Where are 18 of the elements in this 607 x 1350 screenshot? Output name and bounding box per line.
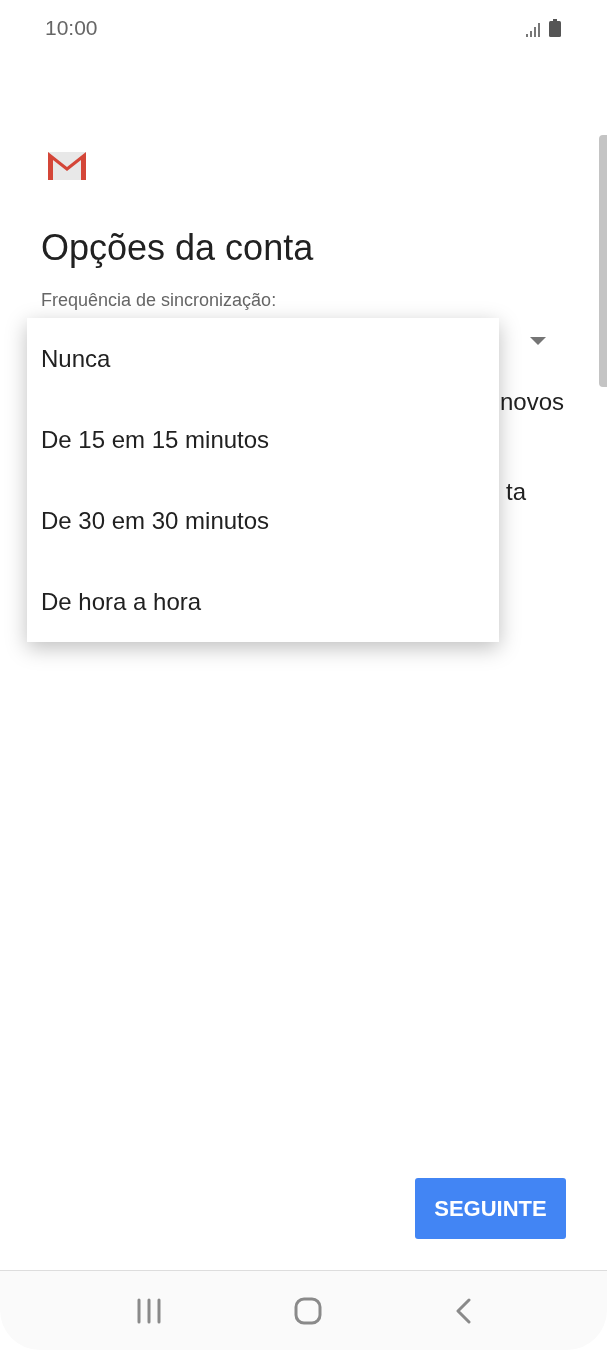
status-time: 10:00 [45,15,98,40]
battery-icon [549,18,561,37]
option-text: ta [506,478,526,506]
option-text: novos [499,388,564,416]
back-icon[interactable] [454,1297,471,1324]
dropdown-caret-icon[interactable] [530,337,546,345]
mail-logo-icon [48,152,86,180]
sync-label: Frequência de sincronização: [41,290,278,311]
signal-icon [526,22,541,37]
page-title: Opções da conta [41,226,315,270]
recent-apps-icon[interactable] [136,1297,163,1324]
next-button[interactable]: SEGUINTE [415,1178,566,1239]
menu-item[interactable]: De 30 em 30 minutos [27,480,499,561]
menu-item[interactable]: Nunca [27,318,499,399]
home-icon[interactable] [294,1296,323,1325]
scrollbar[interactable] [599,135,607,387]
menu-item[interactable]: De hora a hora [27,561,499,642]
menu-item[interactable]: De 15 em 15 minutos [27,399,499,480]
